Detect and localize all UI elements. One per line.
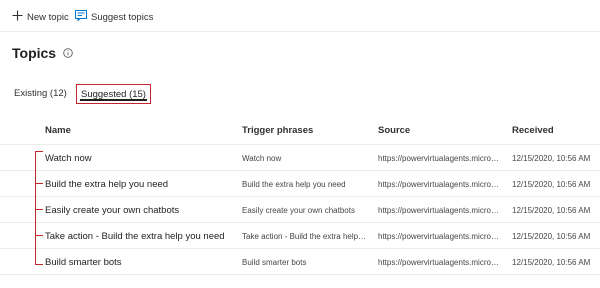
page-title: Topics [12,45,57,61]
topic-name[interactable]: Build the extra help you need [45,179,168,190]
command-bar: New topic Suggest topics [0,0,600,32]
source-url: https://powervirtualagents.microsoft.com [378,258,502,267]
source-url: https://powervirtualagents.microsoft.com [378,154,502,163]
table-row[interactable]: Easily create your own chatbots Easily c… [0,197,600,223]
table-row[interactable]: Take action - Build the extra help you n… [0,223,600,249]
received-date: 12/15/2020, 10:56 AM [512,154,591,163]
tab-suggested[interactable]: Suggested (15) [76,84,151,104]
highlight-bracket-tick [35,235,43,236]
selected-tab-indicator [80,99,147,101]
topic-name[interactable]: Take action - Build the extra help you n… [45,231,225,242]
tab-existing[interactable]: Existing (12) [14,88,67,99]
highlight-bracket [35,151,43,265]
received-date: 12/15/2020, 10:56 AM [512,258,591,267]
suggest-topics-label: Suggest topics [91,11,154,23]
column-header-name[interactable]: Name [45,125,71,136]
trigger-phrases: Watch now [242,154,282,163]
table-row[interactable]: Watch now Watch now https://powervirtual… [0,145,600,171]
topic-name[interactable]: Watch now [45,153,92,164]
received-date: 12/15/2020, 10:56 AM [512,180,591,189]
table-row[interactable]: Build the extra help you need Build the … [0,171,600,197]
new-topic-button[interactable]: New topic [12,8,69,26]
highlight-bracket-tick [35,209,43,210]
topic-name[interactable]: Build smarter bots [45,257,122,268]
source-url: https://powervirtualagents.microsoft.com [378,232,502,241]
info-icon[interactable] [63,48,73,58]
page-title-container: Topics [12,45,73,61]
new-topic-label: New topic [27,11,69,23]
column-header-source[interactable]: Source [378,125,410,136]
trigger-phrases: Easily create your own chatbots [242,206,355,215]
table-header: Name Trigger phrases Source Received [0,117,600,145]
column-header-received[interactable]: Received [512,125,554,136]
suggest-topics-icon [75,10,91,24]
source-url: https://powervirtualagents.microsoft.com [378,180,502,189]
trigger-phrases: Build smarter bots [242,258,307,267]
column-header-trigger-phrases[interactable]: Trigger phrases [242,125,313,136]
received-date: 12/15/2020, 10:56 AM [512,206,591,215]
highlight-bracket-tick [35,183,43,184]
trigger-phrases: Build the extra help you need [242,180,346,189]
source-url: https://powervirtualagents.microsoft.com [378,206,502,215]
topic-name[interactable]: Easily create your own chatbots [45,205,179,216]
suggest-topics-button[interactable]: Suggest topics [75,8,153,26]
received-date: 12/15/2020, 10:56 AM [512,232,591,241]
plus-icon [12,10,27,24]
table-row[interactable]: Build smarter bots Build smarter bots ht… [0,249,600,275]
trigger-phrases: Take action - Build the extra help you n… [242,232,367,241]
